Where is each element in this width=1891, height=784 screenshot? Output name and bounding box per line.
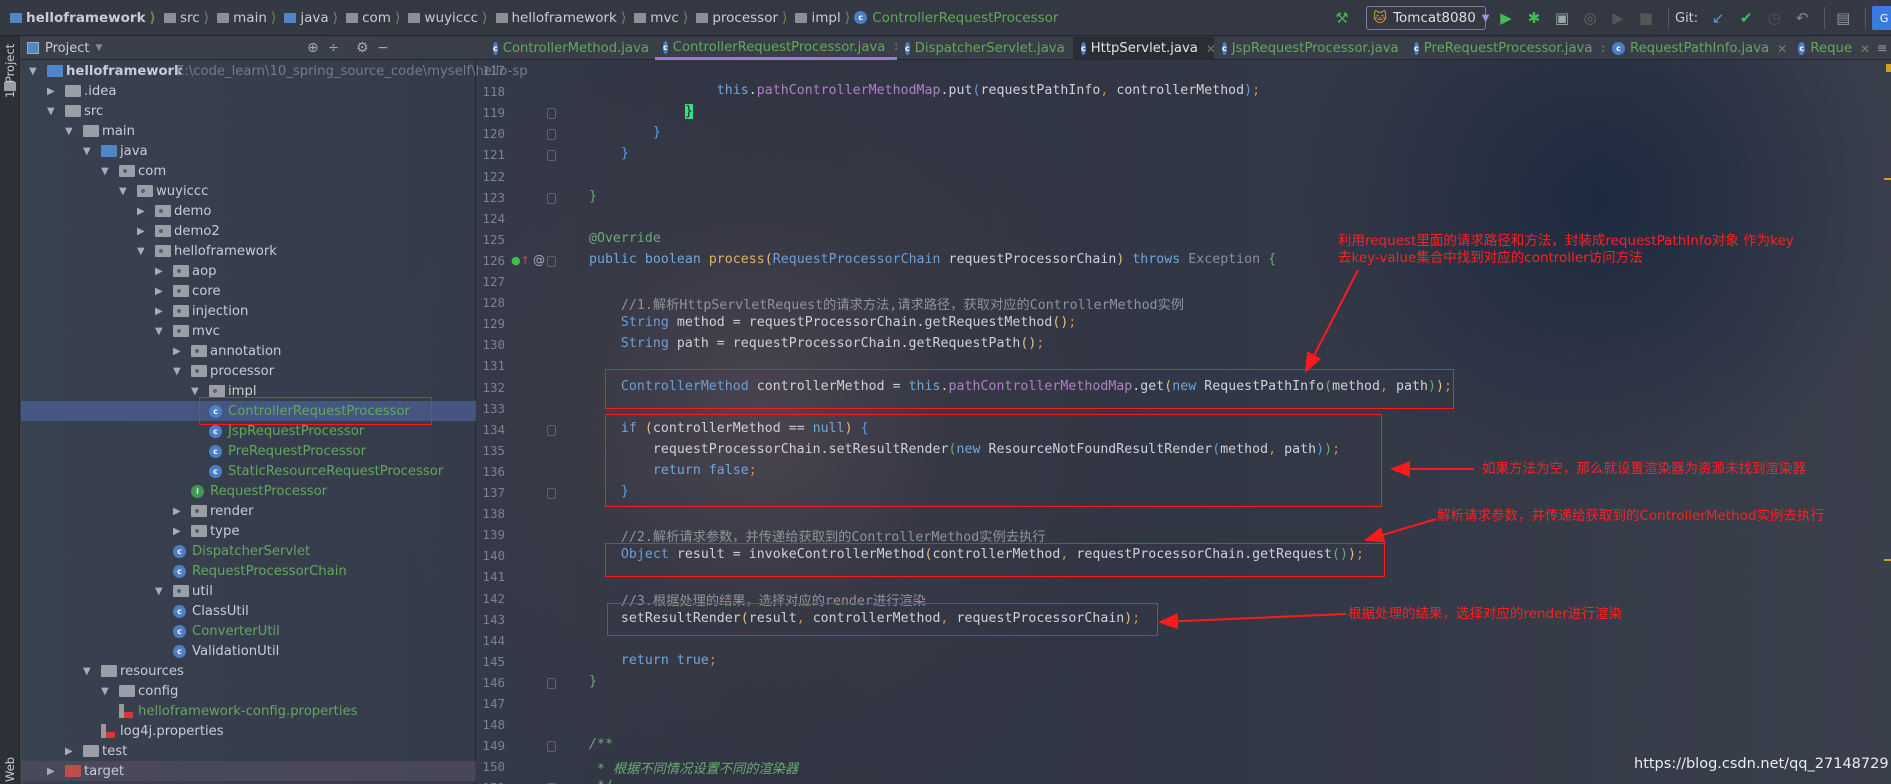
annotation-arrows [1158, 269, 1474, 630]
annotation-arrow-3 [1364, 518, 1437, 543]
annotation-note-3: 解析请求参数，并传递给获取到的ControllerMethod实例去执行 [1437, 508, 1824, 525]
annotation-note-1: 利用request里面的请求路径和方法，封装成requestPathInfo对象… [1338, 233, 1794, 267]
annotation-note-line: 如果方法为空，那么就设置渲染器为资源未找到渲染器 [1482, 461, 1806, 477]
annotation-arrow-1 [1305, 269, 1359, 373]
annotation-note-4: 根据处理的结果，选择对应的render进行渲染 [1348, 606, 1622, 623]
watermark: https://blog.csdn.net/qq_27148729 [1634, 756, 1889, 772]
annotation-note-2: 如果方法为空，那么就设置渲染器为资源未找到渲染器 [1482, 461, 1806, 478]
scrollbar-marker[interactable] [1884, 559, 1891, 561]
annotation-arrow-4 [1158, 613, 1347, 630]
scrollbar-marker[interactable] [1886, 64, 1891, 72]
annotation-note-line: 根据处理的结果，选择对应的render进行渲染 [1348, 606, 1623, 622]
annotation-note-line: 去key-value集合中找到对应的controller访问方法 [1338, 250, 1643, 266]
annotation-note-line: 解析请求参数，并传递给获取到的ControllerMethod实例去执行 [1437, 508, 1825, 524]
annotation-note-line: 利用request里面的请求路径和方法，封装成requestPathInfo对象… [1338, 233, 1794, 249]
scrollbar-marker[interactable] [1884, 178, 1891, 180]
